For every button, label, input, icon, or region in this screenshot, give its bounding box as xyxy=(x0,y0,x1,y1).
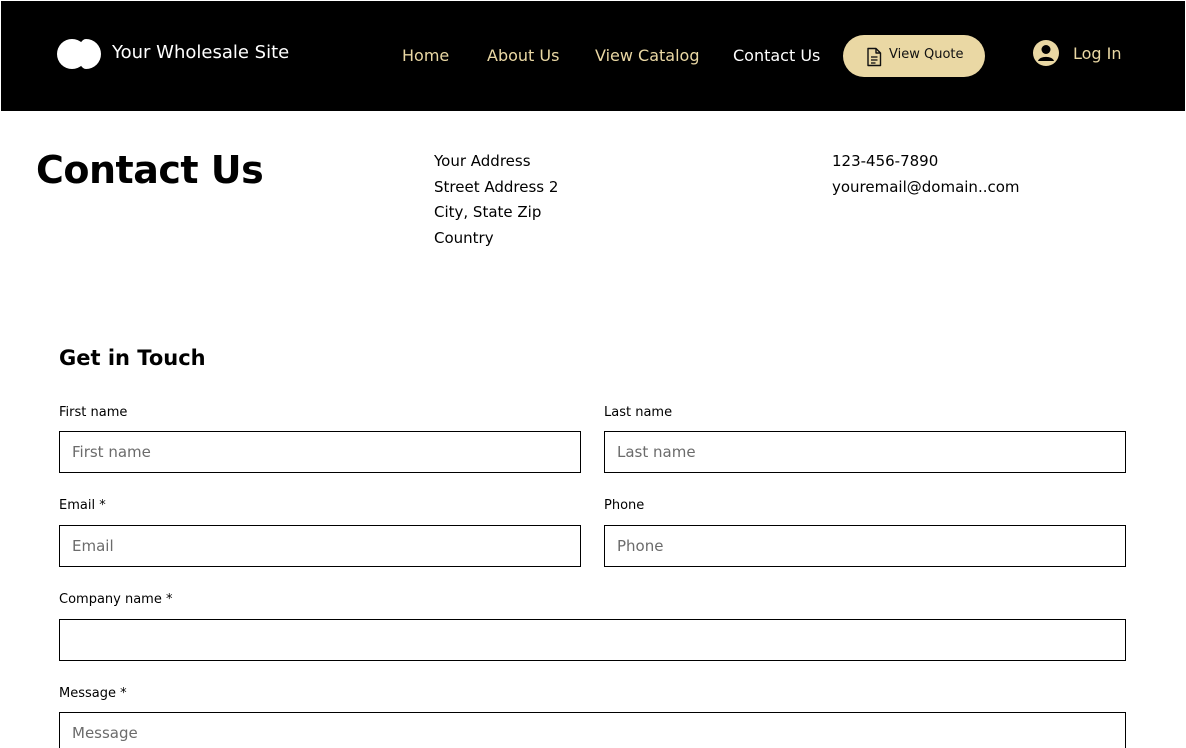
view-quote-label: View Quote xyxy=(889,47,964,62)
nav-home[interactable]: Home xyxy=(402,46,449,65)
site-name[interactable]: Your Wholesale Site xyxy=(112,42,289,63)
email-field[interactable]: Email xyxy=(59,525,581,567)
email-label: Email * xyxy=(59,498,106,513)
last-name-field[interactable]: Last name xyxy=(604,431,1126,473)
nav-contact-us[interactable]: Contact Us xyxy=(733,46,820,65)
address-line: Street Address 2 xyxy=(434,177,559,196)
address-line: Your Address xyxy=(434,152,531,170)
view-quote-button[interactable]: View Quote xyxy=(843,35,985,77)
nav-about-us[interactable]: About Us xyxy=(487,46,559,65)
form-title: Get in Touch xyxy=(59,346,206,370)
first-name-field[interactable]: First name xyxy=(59,431,581,473)
login-label: Log In xyxy=(1073,44,1122,63)
company-name-label: Company name * xyxy=(59,592,173,607)
contact-info: 123-456-7890 youremail@domain..com xyxy=(832,149,1020,200)
phone-label: Phone xyxy=(604,498,645,513)
email-address[interactable]: youremail@domain..com xyxy=(832,175,1020,201)
company-name-field[interactable] xyxy=(59,619,1126,661)
nav-view-catalog[interactable]: View Catalog xyxy=(595,46,700,65)
address-line: Country xyxy=(434,228,494,247)
logo-icon[interactable] xyxy=(56,38,102,70)
last-name-label: Last name xyxy=(604,405,673,420)
login-button[interactable]: Log In xyxy=(1032,39,1132,69)
page-title: Contact Us xyxy=(36,148,264,192)
message-label: Message * xyxy=(59,686,127,701)
phone-field[interactable]: Phone xyxy=(604,525,1126,567)
address-line: City, State Zip xyxy=(434,203,542,221)
document-icon xyxy=(867,47,882,67)
avatar-icon xyxy=(1033,40,1059,66)
address-block: Your Address Street Address 2 City, Stat… xyxy=(434,149,558,251)
site-header: Your Wholesale Site Home About Us View C… xyxy=(1,1,1185,111)
first-name-label: First name xyxy=(59,405,128,420)
message-field[interactable]: Message xyxy=(59,712,1126,748)
phone-number[interactable]: 123-456-7890 xyxy=(832,149,1020,175)
